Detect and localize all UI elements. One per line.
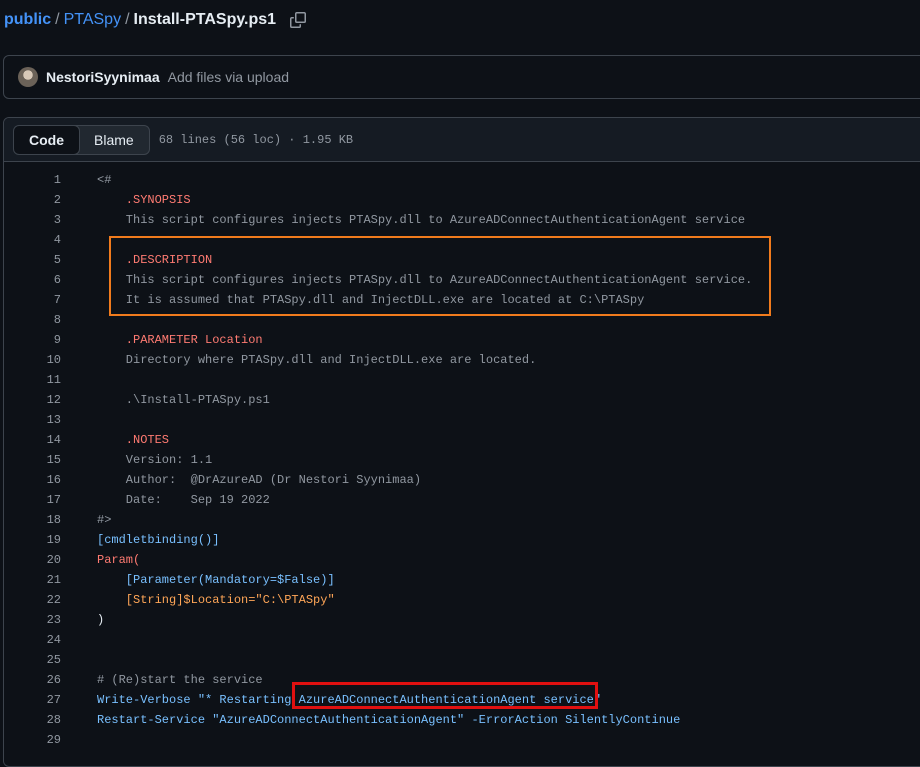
code-line: 7 It is assumed that PTASpy.dll and Inje…	[4, 290, 920, 310]
line-number[interactable]: 1	[4, 173, 61, 187]
code-line: 4	[4, 230, 920, 250]
line-number[interactable]: 11	[4, 373, 61, 387]
line-number[interactable]: 6	[4, 273, 61, 287]
line-number[interactable]: 20	[4, 553, 61, 567]
line-code: Date: Sep 19 2022	[97, 493, 270, 507]
code-line: 6 This script configures injects PTASpy.…	[4, 270, 920, 290]
line-code: Param(	[97, 553, 141, 567]
line-code: This script configures injects PTASpy.dl…	[97, 273, 753, 287]
line-number[interactable]: 24	[4, 633, 61, 647]
code-line: 8	[4, 310, 920, 330]
latest-commit-bar: NestoriSyynimaa Add files via upload	[3, 55, 920, 99]
commit-message-link[interactable]: Add files via upload	[168, 69, 289, 85]
code-line: 9 .PARAMETER Location	[4, 330, 920, 350]
line-number[interactable]: 28	[4, 713, 61, 727]
code-line: 19 [cmdletbinding()]	[4, 530, 920, 550]
code-line: 3 This script configures injects PTASpy.…	[4, 210, 920, 230]
file-meta-info: 68 lines (56 loc) · 1.95 KB	[158, 132, 354, 147]
code-line: 17 Date: Sep 19 2022	[4, 490, 920, 510]
blame-tab[interactable]: Blame	[79, 126, 149, 154]
line-code: .\Install-PTASpy.ps1	[97, 393, 270, 407]
commit-author-link[interactable]: NestoriSyynimaa	[46, 69, 160, 85]
code-line: 23)	[4, 610, 920, 630]
code-line: 22 [String]$Location="C:\PTASpy"	[4, 590, 920, 610]
line-code: It is assumed that PTASpy.dll and Inject…	[97, 293, 645, 307]
line-code: <#	[97, 173, 112, 187]
line-code: #>	[97, 513, 112, 527]
code-line: 10 Directory where PTASpy.dll and Inject…	[4, 350, 920, 370]
code-line: 28 Restart-Service "AzureADConnectAuthent…	[4, 710, 920, 730]
code-line: 20 Param(	[4, 550, 920, 570]
line-code: # (Re)start the service	[97, 673, 263, 687]
breadcrumb-separator: /	[55, 11, 60, 28]
line-number[interactable]: 29	[4, 733, 61, 747]
line-number[interactable]: 2	[4, 193, 61, 207]
code-tab[interactable]: Code	[13, 125, 80, 154]
line-code: )	[97, 613, 105, 627]
code-line: 24	[4, 630, 920, 650]
file-header: Code Blame 68 lines (56 loc) · 1.95 KB	[4, 118, 920, 162]
line-code: [Parameter(Mandatory=$False)]	[97, 573, 335, 587]
code-line: 2 .SYNOPSIS	[4, 190, 920, 210]
line-number[interactable]: 17	[4, 493, 61, 507]
code-line: 15 Version: 1.1	[4, 450, 920, 470]
breadcrumb-repo-link[interactable]: PTASpy	[64, 11, 122, 29]
copy-icon[interactable]	[290, 12, 307, 28]
line-number[interactable]: 10	[4, 353, 61, 367]
line-code: .NOTES	[97, 433, 170, 447]
code-line: 1 <#	[4, 170, 920, 190]
breadcrumb: public / PTASpy / Install-PTASpy.ps1	[4, 11, 307, 29]
view-mode-toggle: Code Blame	[13, 124, 150, 155]
code-line: 21 [Parameter(Mandatory=$False)]	[4, 570, 920, 590]
breadcrumb-file-name: Install-PTASpy.ps1	[133, 11, 277, 28]
code-line: 16 Author: @DrAzureAD (Dr Nestori Syynim…	[4, 470, 920, 490]
file-viewer: Code Blame 68 lines (56 loc) · 1.95 KB 1…	[3, 117, 920, 767]
code-line: 5 .DESCRIPTION	[4, 250, 920, 270]
line-number[interactable]: 4	[4, 233, 61, 247]
code-line: 25	[4, 650, 920, 670]
line-number[interactable]: 26	[4, 673, 61, 687]
breadcrumb-separator: /	[125, 11, 130, 28]
code-line: 26 # (Re)start the service	[4, 670, 920, 690]
line-number[interactable]: 22	[4, 593, 61, 607]
line-code: Write-Verbose "* Restarting AzureADConne…	[97, 693, 602, 707]
breadcrumb-org-link[interactable]: public	[4, 11, 51, 29]
line-number[interactable]: 16	[4, 473, 61, 487]
line-number[interactable]: 15	[4, 453, 61, 467]
code-line: 14 .NOTES	[4, 430, 920, 450]
line-code: Author: @DrAzureAD (Dr Nestori Syynimaa)	[97, 473, 422, 487]
line-number[interactable]: 12	[4, 393, 61, 407]
code-view[interactable]: 1 <# 2 .SYNOPSIS 3 This script configures i…	[4, 170, 920, 750]
line-number[interactable]: 3	[4, 213, 61, 227]
code-line: 13	[4, 410, 920, 430]
code-line: 27 Write-Verbose "* Restarting AzureADCon…	[4, 690, 920, 710]
code-line: 11	[4, 370, 920, 390]
line-number[interactable]: 5	[4, 253, 61, 267]
line-number[interactable]: 14	[4, 433, 61, 447]
line-code: .DESCRIPTION	[97, 253, 213, 267]
line-number[interactable]: 27	[4, 693, 61, 707]
line-code: Directory where PTASpy.dll and InjectDLL…	[97, 353, 537, 367]
line-number[interactable]: 13	[4, 413, 61, 427]
line-code: [cmdletbinding()]	[97, 533, 220, 547]
line-number[interactable]: 19	[4, 533, 61, 547]
line-number[interactable]: 21	[4, 573, 61, 587]
line-code: .PARAMETER Location	[97, 333, 263, 347]
line-number[interactable]: 25	[4, 653, 61, 667]
line-code: Restart-Service "AzureADConnectAuthentic…	[97, 713, 681, 727]
line-number[interactable]: 23	[4, 613, 61, 627]
line-code: Version: 1.1	[97, 453, 213, 467]
code-line: 12 .\Install-PTASpy.ps1	[4, 390, 920, 410]
avatar[interactable]	[18, 67, 38, 87]
line-number[interactable]: 8	[4, 313, 61, 327]
code-line: 18 #>	[4, 510, 920, 530]
line-number[interactable]: 18	[4, 513, 61, 527]
line-number[interactable]: 9	[4, 333, 61, 347]
line-code: This script configures injects PTASpy.dl…	[97, 213, 746, 227]
code-line: 29	[4, 730, 920, 750]
line-code: .SYNOPSIS	[97, 193, 191, 207]
line-code: [String]$Location="C:\PTASpy"	[97, 593, 335, 607]
line-number[interactable]: 7	[4, 293, 61, 307]
